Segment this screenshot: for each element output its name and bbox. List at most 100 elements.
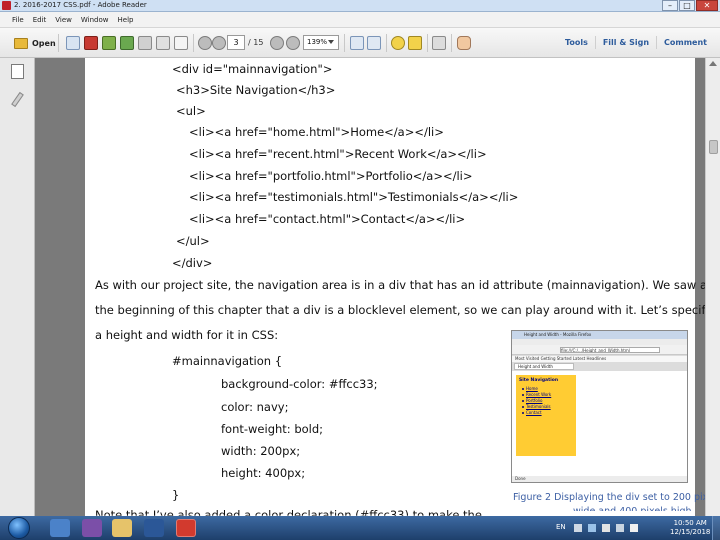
- adobe-pdf-icon[interactable]: [84, 36, 98, 50]
- bullet-icon: [522, 412, 524, 414]
- toolbar-separator: [386, 34, 387, 52]
- figure-caption-continued: wide and 400 pixels high: [573, 506, 692, 516]
- folder-icon: [14, 37, 28, 49]
- volume-icon[interactable]: [630, 524, 638, 532]
- upload-icon[interactable]: [120, 36, 134, 50]
- sign-icon[interactable]: [432, 36, 446, 50]
- task-pane-buttons: Tools Fill & Sign Comment: [558, 36, 714, 49]
- menu-view[interactable]: View: [55, 16, 72, 24]
- toolbar-separator: [58, 34, 59, 52]
- code-line: <ul>: [176, 104, 206, 118]
- save-icon[interactable]: [138, 36, 152, 50]
- attachments-icon[interactable]: [11, 91, 24, 108]
- code-line: width: 200px;: [221, 444, 301, 458]
- menu-file[interactable]: File: [12, 16, 24, 24]
- code-line: background-color: #ffcc33;: [221, 377, 378, 391]
- highlight-icon[interactable]: [408, 36, 422, 50]
- code-line: </div>: [172, 256, 213, 270]
- show-desktop-button[interactable]: [712, 516, 720, 540]
- viber-icon[interactable]: [82, 519, 102, 537]
- menu-help[interactable]: Help: [118, 16, 134, 24]
- pdf-page: <div id="mainnavigation"> <h3>Site Navig…: [85, 58, 705, 516]
- language-indicator[interactable]: EN: [556, 523, 566, 531]
- create-pdf-icon[interactable]: [66, 36, 80, 50]
- menu-bar: File Edit View Window Help: [0, 12, 720, 28]
- figure-content: Site Navigation Home Recent Work Portfol…: [512, 371, 687, 477]
- taskbar-clock[interactable]: 10:50 AM 12/15/2018: [670, 519, 710, 537]
- toolbar-separator: [344, 34, 345, 52]
- figure-link: Portfolio: [526, 398, 543, 403]
- next-page-icon[interactable]: [212, 36, 226, 50]
- start-button[interactable]: [8, 517, 30, 539]
- figure-screenshot: Height and Width - Mozilla Firefox file:…: [511, 330, 688, 483]
- code-line: <li><a href="testimonials.html">Testimon…: [189, 190, 519, 204]
- code-line: <li><a href="contact.html">Contact</a></…: [189, 212, 466, 226]
- file-explorer-icon[interactable]: [112, 519, 132, 537]
- fit-page-icon[interactable]: [367, 36, 381, 50]
- figure-bookmarks: Most Visited Getting Started Latest Head…: [512, 356, 687, 362]
- code-line: }: [172, 488, 180, 502]
- window-title: 2. 2016-2017 CSS.pdf - Adobe Reader: [14, 1, 147, 9]
- scroll-thumb[interactable]: [709, 140, 718, 154]
- print-icon[interactable]: [156, 36, 170, 50]
- bullet-icon: [522, 400, 524, 402]
- chevron-down-icon[interactable]: [328, 40, 334, 44]
- toolbar-separator: [193, 34, 194, 52]
- menu-window[interactable]: Window: [81, 16, 109, 24]
- open-button[interactable]: Open: [14, 35, 56, 51]
- figure-heading: Site Navigation: [519, 378, 559, 383]
- code-line: #mainnavigation {: [172, 354, 283, 368]
- zoom-out-icon[interactable]: [270, 36, 284, 50]
- figure-url: file:///C:/.../Height_and_Width.html: [560, 347, 660, 353]
- comment-icon[interactable]: [391, 36, 405, 50]
- close-button[interactable]: ✕: [696, 0, 718, 11]
- tools-button[interactable]: Tools: [558, 36, 595, 49]
- code-line: font-weight: bold;: [221, 422, 324, 436]
- battery-icon[interactable]: [616, 524, 624, 532]
- bullet-icon: [522, 388, 524, 390]
- maximize-button[interactable]: □: [679, 0, 695, 11]
- code-line: color: navy;: [221, 400, 289, 414]
- paragraph-line: a height and width for it in CSS:: [95, 328, 279, 342]
- clock-time: 10:50 AM: [673, 519, 707, 527]
- comment-button[interactable]: Comment: [656, 36, 714, 49]
- previous-page-icon[interactable]: [198, 36, 212, 50]
- code-line: <h3>Site Navigation</h3>: [176, 83, 336, 97]
- minimize-button[interactable]: –: [662, 0, 678, 11]
- code-line: <li><a href="portfolio.html">Portfolio</…: [189, 169, 473, 183]
- title-bar: 2. 2016-2017 CSS.pdf - Adobe Reader – □ …: [0, 0, 720, 12]
- share-icon[interactable]: [102, 36, 116, 50]
- word-icon[interactable]: [144, 519, 164, 537]
- code-line: </ul>: [176, 234, 210, 248]
- page-total: / 15: [248, 38, 264, 47]
- paragraph-line: the beginning of this chapter that a div…: [95, 303, 705, 317]
- code-line: height: 400px;: [221, 466, 306, 480]
- flag-icon[interactable]: [602, 524, 610, 532]
- toolbar: Open 3 / 15 139% Tools Fill & Sign Comme: [0, 28, 720, 58]
- figure-tab: Height and Width: [514, 363, 574, 370]
- zoom-in-icon[interactable]: [286, 36, 300, 50]
- figure-link: Testimonials: [526, 404, 551, 409]
- paragraph-line: As with our project site, the navigation…: [95, 278, 705, 292]
- ie-icon[interactable]: [50, 519, 70, 537]
- hand-tool-icon[interactable]: [457, 36, 471, 50]
- email-icon[interactable]: [174, 36, 188, 50]
- adobe-reader-taskbar-icon[interactable]: [176, 519, 196, 537]
- bullet-icon: [522, 394, 524, 396]
- tray-arrow-icon[interactable]: [574, 524, 582, 532]
- fit-width-icon[interactable]: [350, 36, 364, 50]
- toolbar-separator: [451, 34, 452, 52]
- figure-navigation-div: Site Navigation Home Recent Work Portfol…: [516, 375, 576, 456]
- code-line: <li><a href="home.html">Home</a></li>: [189, 125, 444, 139]
- menu-edit[interactable]: Edit: [33, 16, 47, 24]
- vertical-scrollbar[interactable]: [705, 58, 720, 516]
- toolbar-separator: [427, 34, 428, 52]
- page-thumbnails-icon[interactable]: [11, 64, 24, 79]
- bullet-icon: [522, 406, 524, 408]
- figure-window-title: Height and Width - Mozilla Firefox: [512, 331, 687, 339]
- scroll-up-icon[interactable]: [709, 61, 717, 66]
- network-icon[interactable]: [588, 524, 596, 532]
- document-area: <div id="mainnavigation"> <h3>Site Navig…: [35, 58, 705, 516]
- fill-sign-button[interactable]: Fill & Sign: [594, 36, 656, 49]
- page-number-input[interactable]: 3: [227, 35, 245, 50]
